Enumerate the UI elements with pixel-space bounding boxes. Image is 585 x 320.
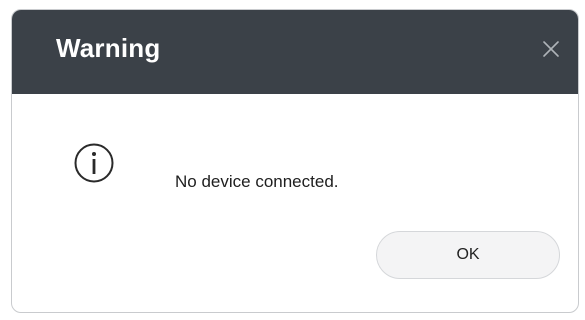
close-button[interactable] [540, 38, 562, 60]
dialog-title: Warning [56, 33, 161, 63]
info-icon [74, 143, 114, 183]
dialog-message: No device connected. [175, 172, 339, 191]
close-icon [543, 41, 559, 57]
ok-button[interactable]: OK [376, 231, 560, 279]
ok-button-label: OK [456, 246, 480, 263]
warning-dialog: Warning No device connected. OK [11, 9, 579, 313]
dialog-titlebar: Warning [12, 10, 578, 94]
